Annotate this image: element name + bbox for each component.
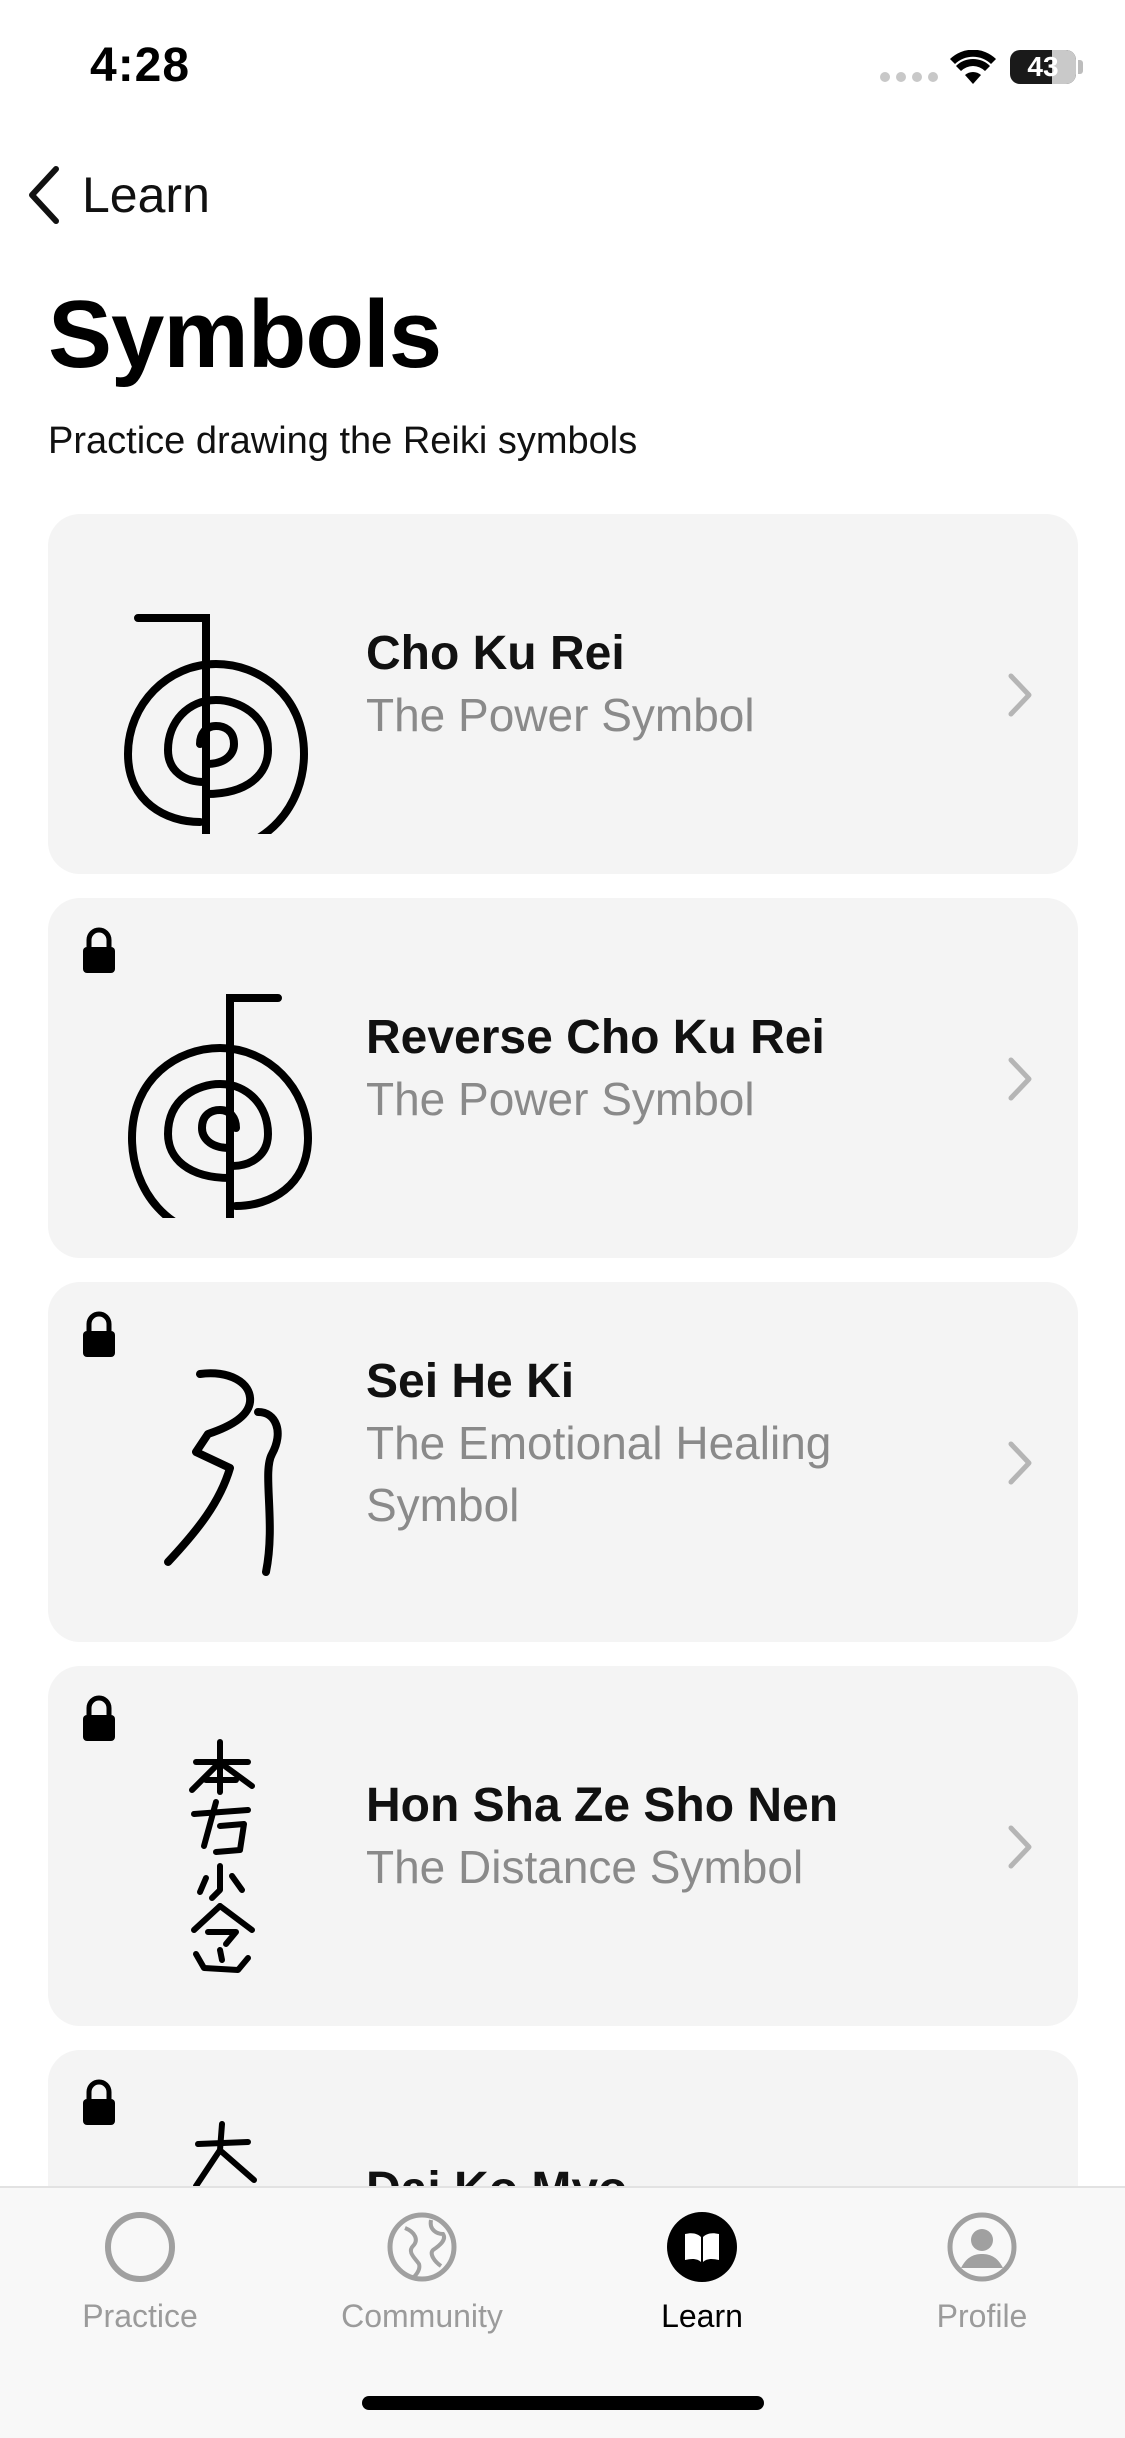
card-subtitle: The Distance Symbol (366, 1841, 804, 1893)
tab-label: Learn (661, 2298, 743, 2334)
card-title: Reverse Cho Ku Rei (366, 1011, 825, 1064)
symbol-card-reverse-cho-ku-rei[interactable]: Reverse Cho Ku Rei The Power Symbol (48, 898, 1078, 1258)
page-subtitle: Practice drawing the Reiki symbols (48, 420, 638, 462)
symbol-card-hon-sha-ze-sho-nen[interactable]: Hon Sha Ze Sho Nen The Distance Symbol (48, 1666, 1078, 2026)
symbol-card-sei-he-ki[interactable]: Sei He Ki The Emotional Healing Symbol (48, 1282, 1078, 1642)
chevron-right-icon (1008, 673, 1032, 717)
tab-learn[interactable]: Learn (592, 2210, 812, 2335)
battery-level: 43 (1027, 51, 1059, 82)
cho-ku-rei-symbol-icon (123, 614, 309, 834)
status-bar: 4:28 43 (0, 0, 1125, 140)
cellular-signal-icon (880, 72, 938, 82)
tab-label: Community (341, 2298, 503, 2334)
globe-icon (387, 2212, 457, 2282)
sei-he-ki-symbol-icon (164, 1369, 282, 1576)
wifi-icon (950, 50, 996, 84)
back-label: Learn (82, 167, 210, 223)
tab-label: Practice (82, 2298, 198, 2334)
card-title: Hon Sha Ze Sho Nen (366, 1779, 839, 1832)
tab-profile[interactable]: Profile (872, 2210, 1092, 2335)
battery-nub (1078, 60, 1083, 74)
tab-practice[interactable]: Practice (30, 2210, 250, 2335)
card-subtitle: The Emotional Healing Symbol (366, 1417, 832, 1531)
chevron-left-icon (29, 166, 59, 224)
chevron-right-icon (1008, 1825, 1032, 1869)
card-title: Sei He Ki (366, 1355, 575, 1408)
back-button[interactable]: Learn (24, 165, 210, 225)
card-subtitle: The Power Symbol (366, 689, 755, 741)
tab-label: Profile (936, 2298, 1028, 2334)
chevron-right-icon (1008, 1441, 1032, 1485)
hon-sha-ze-sho-nen-symbol-icon (189, 1739, 255, 1973)
symbol-card-cho-ku-rei[interactable]: Cho Ku Rei The Power Symbol (48, 514, 1078, 874)
person-icon (947, 2212, 1017, 2282)
battery-icon: 43 (1010, 50, 1076, 84)
circle-icon (105, 2212, 175, 2282)
book-icon (667, 2212, 737, 2282)
status-time: 4:28 (90, 39, 191, 92)
card-title: Cho Ku Rei (366, 627, 625, 680)
home-indicator (362, 2396, 764, 2410)
tab-community[interactable]: Community (312, 2210, 532, 2335)
page-title: Symbols (48, 281, 442, 388)
card-subtitle: The Power Symbol (366, 1073, 755, 1125)
chevron-right-icon (1008, 1057, 1032, 1101)
reverse-cho-ku-rei-symbol-icon (127, 994, 313, 1218)
